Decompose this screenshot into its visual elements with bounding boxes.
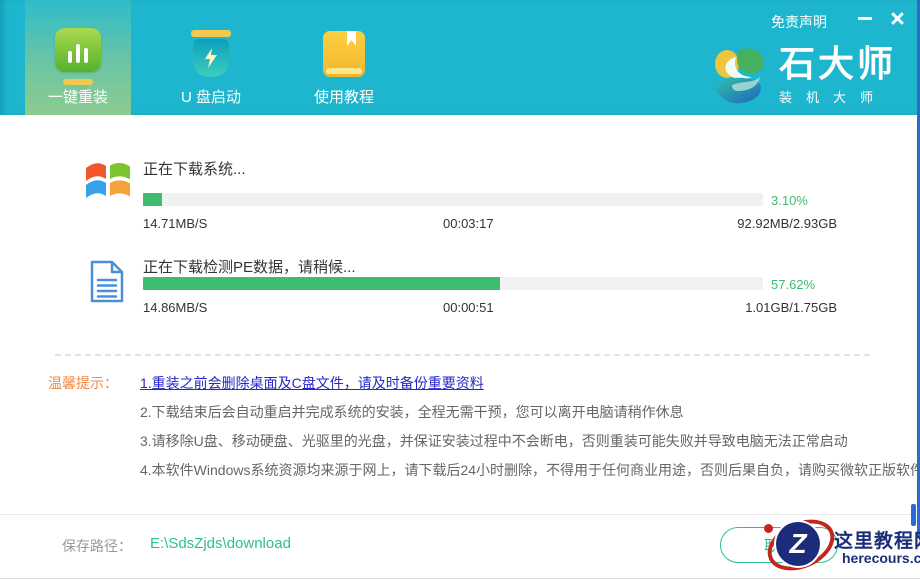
brand-name: 石大师 (779, 44, 896, 84)
download-size: 1.01GB/1.75GB (745, 300, 837, 315)
header-bar: 一键重装 U 盘启动 (0, 0, 920, 115)
windows-logo-icon (84, 158, 132, 207)
site-watermark: Z 这里教程网 herecours.com (760, 514, 920, 578)
disclaimer-link[interactable]: 免责声明 (771, 12, 827, 32)
tab-label: 使用教程 (314, 86, 374, 107)
download-title: 正在下载系统... (143, 158, 246, 179)
tab-usb-boot[interactable]: U 盘启动 (158, 0, 264, 115)
app-window: 一键重装 U 盘启动 (0, 0, 920, 579)
save-path-label: 保存路径： (62, 536, 132, 556)
minimize-button[interactable] (854, 8, 876, 28)
usb-shield-icon (191, 28, 231, 77)
download-time-remaining: 00:00:51 (443, 300, 494, 315)
tip-item: 1.重装之前会删除桌面及C盘文件，请及时备份重要资料 (140, 373, 484, 393)
watermark-logo-icon: Z (776, 522, 820, 566)
close-button[interactable] (886, 8, 908, 28)
progress-percent: 3.10% (771, 193, 808, 208)
progress-fill (143, 193, 162, 206)
tab-label: U 盘启动 (181, 86, 241, 107)
tab-one-key-reinstall[interactable]: 一键重装 (25, 0, 131, 115)
download-stats: 14.71MB/S 00:03:17 92.92MB/2.93GB (143, 216, 837, 232)
tips-label: 温馨提示： (48, 373, 118, 393)
chart-bars-icon (55, 28, 101, 72)
document-icon (87, 260, 127, 309)
dashed-divider (55, 354, 870, 356)
download-title: 正在下载检测PE数据，请稍候... (143, 256, 356, 277)
watermark-dot-icon (764, 524, 773, 533)
progress-track (143, 193, 763, 206)
tab-bar: 一键重装 U 盘启动 (25, 0, 424, 115)
brand-subtitle: 装机大师 (779, 87, 896, 106)
download-stats: 14.86MB/S 00:00:51 1.01GB/1.75GB (143, 300, 837, 316)
watermark-site-url: herecours.com (842, 550, 920, 566)
download-speed: 14.86MB/S (143, 300, 207, 315)
tip-item: 3.请移除U盘、移动硬盘、光驱里的光盘，并保证安装过程中不会断电，否则重装可能失… (140, 431, 848, 451)
watermark-pen-icon (911, 504, 916, 526)
tip-item: 2.下载结束后会自动重启并完成系统的安装，全程无需干预，您可以离开电脑请稍作休息 (140, 402, 684, 422)
brand-logo-icon (711, 46, 769, 113)
brand-logo: 石大师 装机大师 (711, 44, 896, 113)
tab-tutorial[interactable]: 使用教程 (291, 0, 397, 115)
progress-bar: 57.62% (143, 277, 843, 290)
progress-fill (143, 277, 500, 290)
watermark-site-name: 这里教程网 (834, 526, 920, 553)
download-speed: 14.71MB/S (143, 216, 207, 231)
download-size: 92.92MB/2.93GB (737, 216, 837, 231)
book-icon (323, 31, 365, 77)
progress-track (143, 277, 763, 290)
tip-item: 4.本软件Windows系统资源均来源于网上，请下载后24小时删除，不得用于任何… (140, 460, 920, 480)
active-tab-underline (63, 79, 93, 85)
download-time-remaining: 00:03:17 (443, 216, 494, 231)
tab-label: 一键重装 (48, 86, 108, 107)
progress-percent: 57.62% (771, 277, 815, 292)
save-path-value: E:\SdsZjds\download (150, 535, 291, 552)
progress-bar: 3.10% (143, 193, 843, 206)
